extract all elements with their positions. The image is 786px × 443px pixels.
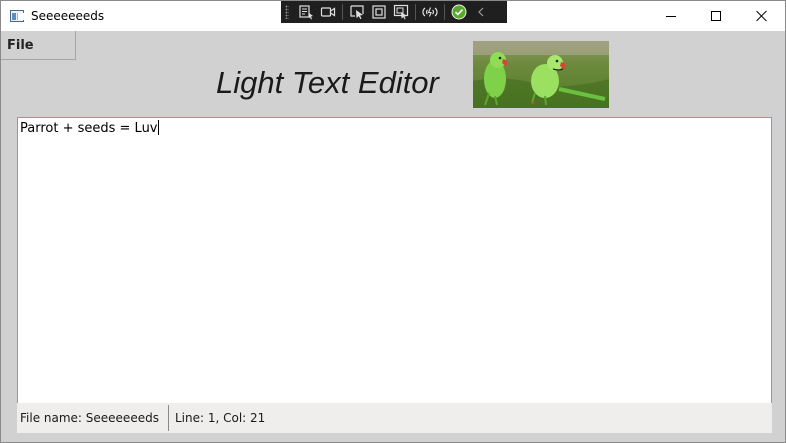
app-icon [10,10,24,22]
close-button[interactable] [739,1,785,31]
track-focus-icon[interactable] [390,1,412,23]
status-separator [168,405,169,431]
display-layout-adorners-icon[interactable] [368,1,390,23]
toolbar-separator [415,4,416,20]
debug-toolbar [281,1,507,23]
hot-reload-icon[interactable] [419,1,441,23]
toolbar-separator [444,4,445,20]
maximize-icon [711,11,721,21]
window-title: Seeeeeeeds [31,9,105,23]
toolbar-separator [342,4,343,20]
record-icon[interactable] [317,1,339,23]
toolbar-grip[interactable] [285,5,289,19]
select-element-icon[interactable] [346,1,368,23]
status-file-name: File name: Seeeeeeeds [20,411,159,425]
menu-bar: File [1,31,76,60]
minimize-button[interactable] [648,1,694,31]
live-visual-tree-icon[interactable] [295,1,317,23]
text-caret [157,120,159,135]
app-window: Seeeeeeeds File Light Text Editor Parrot… [0,0,786,443]
status-ok-icon[interactable] [448,1,470,23]
status-bar: File name: Seeeeeeeds Line: 1, Col: 21 [17,403,772,433]
minimize-icon [666,15,676,17]
editor-content: Parrot + seeds = Luv [20,121,158,136]
editor-textarea[interactable]: Parrot + seeds = Luv [17,117,772,404]
menu-file[interactable]: File [7,38,34,53]
maximize-button[interactable] [693,1,739,31]
status-cursor-position: Line: 1, Col: 21 [175,411,266,425]
collapse-chevron-icon[interactable] [470,1,492,23]
parrots-photo [473,41,609,108]
close-icon [756,10,768,22]
page-title: Light Text Editor [216,65,439,100]
